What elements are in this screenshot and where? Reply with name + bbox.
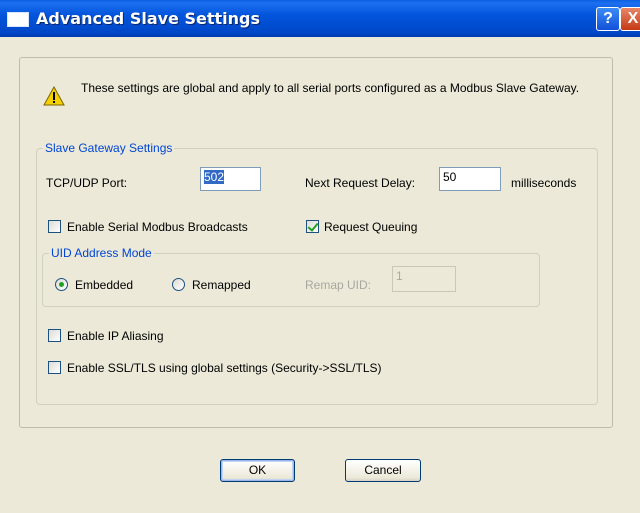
ok-button[interactable]: OK [220, 459, 295, 482]
tcp-port-input[interactable]: 502 [200, 167, 261, 191]
close-button[interactable]: X [620, 7, 640, 31]
remap-uid-label: Remap UID: [305, 278, 372, 292]
request-queuing-checkbox[interactable] [306, 220, 319, 233]
remap-uid-input: 1 [392, 266, 456, 292]
enable-ssl-tls-checkbox[interactable] [48, 361, 61, 374]
remapped-radio[interactable] [172, 278, 185, 291]
remapped-label[interactable]: Remapped [192, 278, 251, 292]
embedded-radio[interactable] [55, 278, 68, 291]
enable-serial-broadcasts-checkbox[interactable] [48, 220, 61, 233]
enable-serial-broadcasts-label[interactable]: Enable Serial Modbus Broadcasts [67, 220, 248, 234]
window-title: Advanced Slave Settings [36, 9, 260, 28]
request-queuing-label[interactable]: Request Queuing [324, 220, 417, 234]
delay-unit-label: milliseconds [511, 176, 577, 190]
help-button[interactable]: ? [596, 7, 620, 31]
enable-ip-aliasing-label[interactable]: Enable IP Aliasing [67, 329, 164, 343]
cancel-button[interactable]: Cancel [345, 459, 421, 482]
warning-icon [43, 86, 65, 106]
enable-ssl-tls-label[interactable]: Enable SSL/TLS using global settings (Se… [67, 361, 382, 375]
uid-address-mode-group: UID Address Mode [42, 246, 540, 307]
next-request-delay-label: Next Request Delay: [305, 176, 416, 190]
title-bar[interactable]: Advanced Slave Settings ? X [0, 0, 640, 37]
window-icon [7, 12, 29, 27]
info-message: These settings are global and apply to a… [81, 81, 580, 95]
uid-address-mode-legend: UID Address Mode [51, 246, 152, 260]
next-request-delay-input[interactable]: 50 [439, 167, 501, 191]
tcp-port-label: TCP/UDP Port: [46, 176, 128, 190]
slave-gateway-settings-legend: Slave Gateway Settings [45, 141, 173, 155]
enable-ip-aliasing-checkbox[interactable] [48, 329, 61, 342]
embedded-label[interactable]: Embedded [75, 278, 133, 292]
